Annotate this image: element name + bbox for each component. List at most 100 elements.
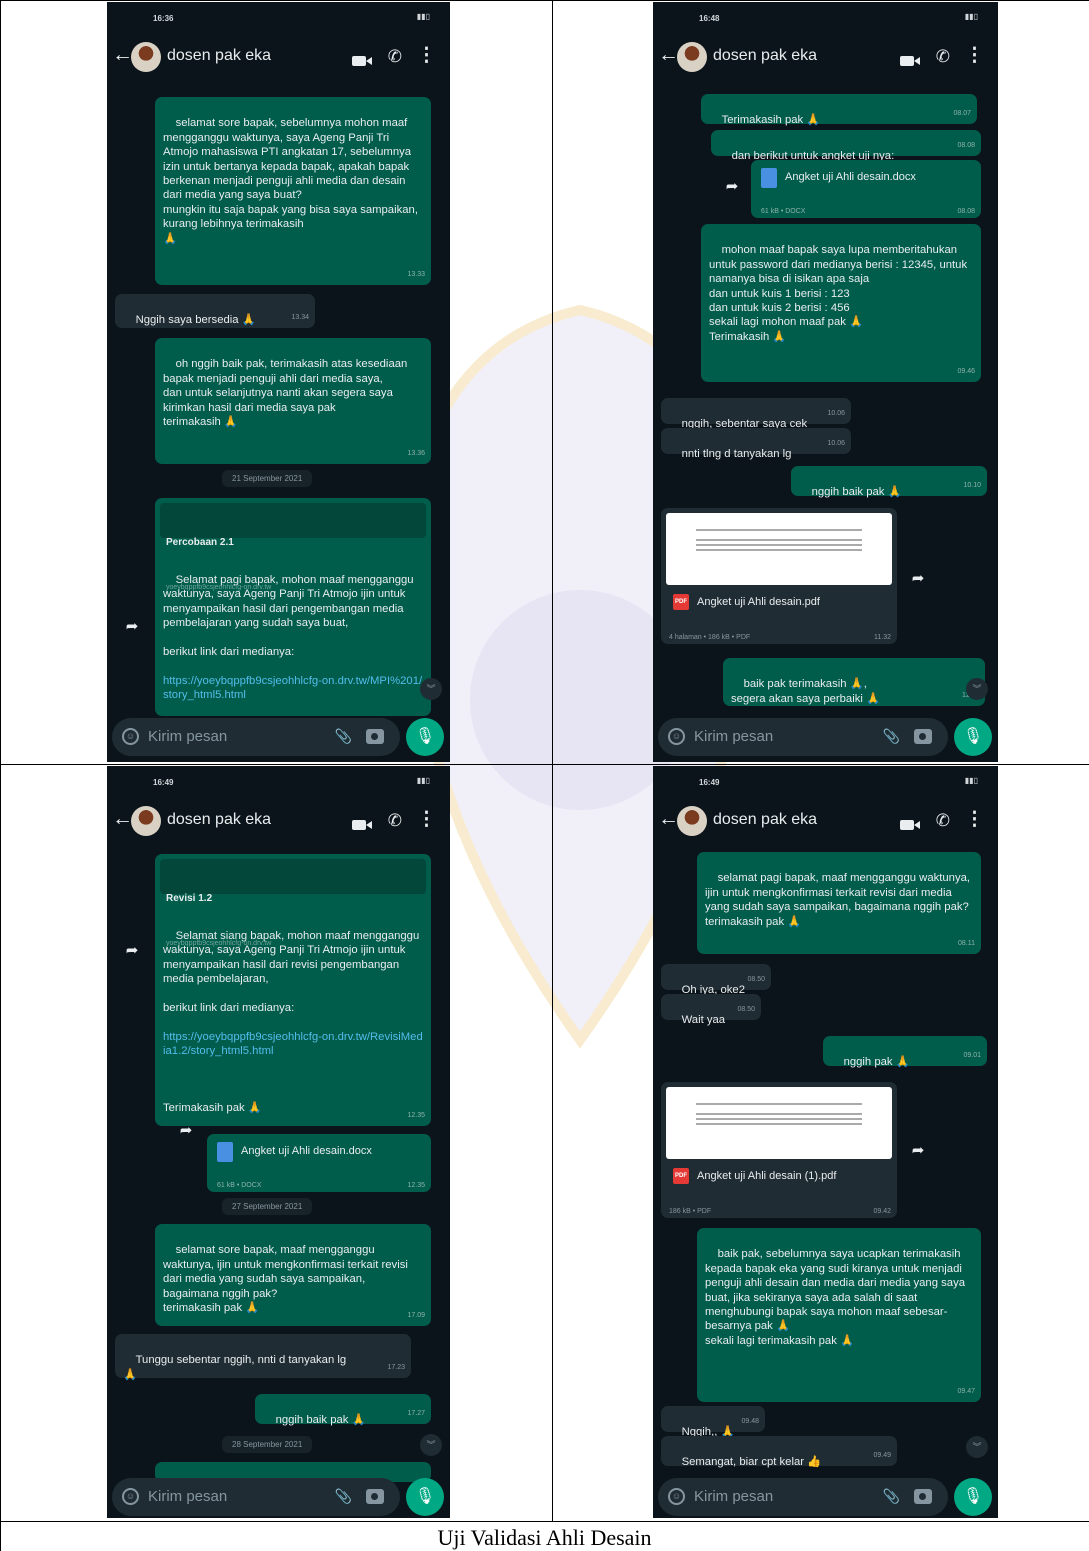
message-time: 09.01 bbox=[963, 1051, 981, 1059]
back-arrow-icon[interactable]: ← bbox=[658, 807, 679, 831]
document-attachment[interactable]: Angket uji Ahli desain.docx 61 kB • DOCX… bbox=[751, 160, 981, 218]
message-bubble[interactable]: nggih baik pak 🙏 10.10 bbox=[791, 466, 987, 499]
battery-icon: ▮▮▯ bbox=[416, 776, 430, 785]
contact-name[interactable]: dosen pak eka bbox=[713, 47, 817, 65]
forward-icon[interactable]: ➦ bbox=[719, 174, 745, 200]
contact-avatar[interactable] bbox=[677, 806, 707, 836]
phone-call-icon[interactable]: ✆ bbox=[388, 811, 402, 831]
message-bubble[interactable]: nggih pak 🙏 09.01 bbox=[823, 1036, 987, 1068]
message-bubble[interactable]: mohon maaf bapak saya lupa memberitahuka… bbox=[701, 224, 981, 382]
video-call-icon[interactable] bbox=[900, 56, 920, 66]
forward-icon[interactable]: ➦ bbox=[119, 938, 145, 964]
emoji-icon[interactable]: ☺ bbox=[668, 1488, 685, 1505]
message-input-bar[interactable]: ☺ Kirim pesan 📎 bbox=[112, 1478, 400, 1516]
message-bubble[interactable]: nnti tlng d tanyakan lg 10.06 bbox=[661, 428, 851, 460]
back-arrow-icon[interactable]: ← bbox=[112, 43, 133, 67]
message-input[interactable]: Kirim pesan bbox=[148, 1488, 227, 1505]
message-bubble[interactable]: Tunggu sebentar nggih, nnti d tanyakan l… bbox=[115, 1334, 411, 1381]
phone-call-icon[interactable]: ✆ bbox=[388, 47, 402, 67]
video-call-icon[interactable] bbox=[352, 56, 372, 66]
message-input[interactable]: Kirim pesan bbox=[694, 728, 773, 745]
attach-icon[interactable]: 📎 bbox=[335, 1488, 352, 1505]
message-bubble[interactable]: Semangat, biar cpt kelar 👍 09.49 bbox=[661, 1436, 897, 1468]
message-bubble[interactable]: Nggih saya bersedia 🙏 13.34 bbox=[115, 294, 315, 328]
more-options-icon[interactable]: ⋮ bbox=[965, 808, 984, 831]
more-options-icon[interactable]: ⋮ bbox=[417, 44, 436, 67]
message-bubble[interactable]: selamat sore bapak, sebelumnya mohon maa… bbox=[155, 97, 431, 285]
mic-icon[interactable]: 🎙 bbox=[406, 718, 444, 756]
message-bubble[interactable]: baik pak, sebelumnya saya ucapkan terima… bbox=[697, 1228, 981, 1402]
camera-icon[interactable] bbox=[366, 729, 384, 744]
contact-name[interactable]: dosen pak eka bbox=[167, 47, 271, 65]
message-text: oh nggih baik pak, terimakasih atas kese… bbox=[163, 358, 408, 429]
message-time: 12.35 bbox=[407, 1111, 425, 1119]
message-input[interactable]: Kirim pesan bbox=[694, 1488, 773, 1505]
message-link[interactable]: https://yoeybqppfb9csjeohhlcfg-on.drv.tw… bbox=[163, 674, 424, 703]
link-preview[interactable]: Percobaan 2.1 yoeybqppfb9csjeohhlcfg-on.… bbox=[160, 503, 426, 591]
message-bubble[interactable]: oh nggih baik pak, terimakasih atas kese… bbox=[155, 338, 431, 464]
message-text: nggih baik pak 🙏 bbox=[811, 486, 902, 499]
forward-icon[interactable]: ➦ bbox=[905, 566, 931, 592]
document-attachment[interactable]: Angket uji Ahli desain.docx 61 kB • DOCX… bbox=[207, 1134, 431, 1192]
message-bubble[interactable]: baik pak terimakasih 🙏, segera akan saya… bbox=[723, 658, 985, 706]
emoji-icon[interactable]: ☺ bbox=[122, 728, 139, 745]
scroll-down-icon[interactable]: ︾ bbox=[966, 1436, 988, 1458]
forward-icon[interactable]: ➦ bbox=[173, 1118, 199, 1144]
message-input-bar[interactable]: ☺ Kirim pesan 📎 bbox=[658, 718, 948, 756]
message-time: 09.47 bbox=[957, 1387, 975, 1395]
link-preview[interactable]: Revisi 1.2 yoeybqppfb9csjeohhlcfg-on.drv… bbox=[160, 859, 426, 947]
more-options-icon[interactable]: ⋮ bbox=[965, 44, 984, 67]
video-call-icon[interactable] bbox=[352, 820, 372, 830]
scroll-down-icon[interactable]: ︾ bbox=[966, 678, 988, 700]
pdf-attachment[interactable]: PDF Angket uji Ahli desain (1).pdf 186 k… bbox=[661, 1082, 897, 1218]
contact-name[interactable]: dosen pak eka bbox=[167, 811, 271, 829]
mic-icon[interactable]: 🎙 bbox=[954, 718, 992, 756]
contact-avatar[interactable] bbox=[131, 42, 161, 72]
attach-icon[interactable]: 📎 bbox=[883, 1488, 900, 1505]
message-input[interactable]: Kirim pesan bbox=[148, 728, 227, 745]
message-bubble[interactable]: selamat sore bapak, maaf mengganggu wakt… bbox=[155, 1224, 431, 1326]
back-arrow-icon[interactable]: ← bbox=[112, 807, 133, 831]
contact-avatar[interactable] bbox=[677, 42, 707, 72]
message-bubble[interactable]: Oh iya, oke2 08.50 bbox=[661, 964, 771, 996]
phone-call-icon[interactable]: ✆ bbox=[936, 811, 950, 831]
pdf-attachment[interactable]: PDF Angket uji Ahli desain.pdf 4 halaman… bbox=[661, 508, 897, 644]
mic-icon[interactable]: 🎙 bbox=[406, 1478, 444, 1516]
status-bar: 16:49 ▮▮▯ bbox=[107, 766, 450, 798]
emoji-icon[interactable]: ☺ bbox=[122, 1488, 139, 1505]
status-time: 16:49 bbox=[153, 778, 174, 787]
scroll-down-icon[interactable]: ︾ bbox=[420, 678, 442, 700]
video-call-icon[interactable] bbox=[900, 820, 920, 830]
attach-icon[interactable]: 📎 bbox=[335, 728, 352, 745]
message-bubble[interactable]: Revisi 1.2 yoeybqppfb9csjeohhlcfg-on.drv… bbox=[155, 854, 431, 1126]
message-bubble[interactable]: selamat pagi bapak, maaf mengganggu wakt… bbox=[697, 852, 981, 954]
message-input-bar[interactable]: ☺ Kirim pesan 📎 bbox=[658, 1478, 948, 1516]
attach-icon[interactable]: 📎 bbox=[883, 728, 900, 745]
contact-avatar[interactable] bbox=[131, 806, 161, 836]
back-arrow-icon[interactable]: ← bbox=[658, 43, 679, 67]
phone-call-icon[interactable]: ✆ bbox=[936, 47, 950, 67]
message-bubble[interactable]: Terimakasih pak 🙏 08.07 bbox=[701, 94, 977, 126]
message-bubble[interactable]: Nggih,, 🙏 09.48 bbox=[661, 1406, 765, 1438]
emoji-icon[interactable]: ☺ bbox=[668, 728, 685, 745]
link-preview-title: Revisi 1.2 bbox=[166, 892, 213, 904]
message-time: 13.36 bbox=[407, 449, 425, 457]
forward-icon[interactable]: ➦ bbox=[905, 1138, 931, 1164]
mic-icon[interactable]: 🎙 bbox=[954, 1478, 992, 1516]
message-bubble[interactable]: Percobaan 2.1 yoeybqppfb9csjeohhlcfg-on.… bbox=[155, 498, 431, 716]
message-text: Terimakasih pak 🙏 bbox=[163, 1102, 262, 1115]
forward-icon[interactable]: ➦ bbox=[119, 614, 145, 640]
message-link[interactable]: https://yoeybqppfb9csjeohhlcfg-on.drv.tw… bbox=[163, 1030, 424, 1059]
camera-icon[interactable] bbox=[366, 1489, 384, 1504]
camera-icon[interactable] bbox=[914, 1489, 932, 1504]
message-input-bar[interactable]: ☺ Kirim pesan 📎 bbox=[112, 718, 400, 756]
camera-icon[interactable] bbox=[914, 729, 932, 744]
message-bubble[interactable]: dan berikut untuk angket uji nya: 08.08 bbox=[711, 130, 981, 162]
message-bubble[interactable]: Wait yaa 08.50 bbox=[661, 994, 761, 1026]
message-bubble[interactable]: nggih, sebentar saya cek 10.06 bbox=[661, 398, 851, 430]
contact-name[interactable]: dosen pak eka bbox=[713, 811, 817, 829]
message-bubble[interactable]: nggih baik pak 🙏 17.27 bbox=[255, 1394, 431, 1426]
message-time: 17.09 bbox=[407, 1311, 425, 1319]
scroll-down-icon[interactable]: ︾ bbox=[420, 1434, 442, 1456]
more-options-icon[interactable]: ⋮ bbox=[417, 808, 436, 831]
